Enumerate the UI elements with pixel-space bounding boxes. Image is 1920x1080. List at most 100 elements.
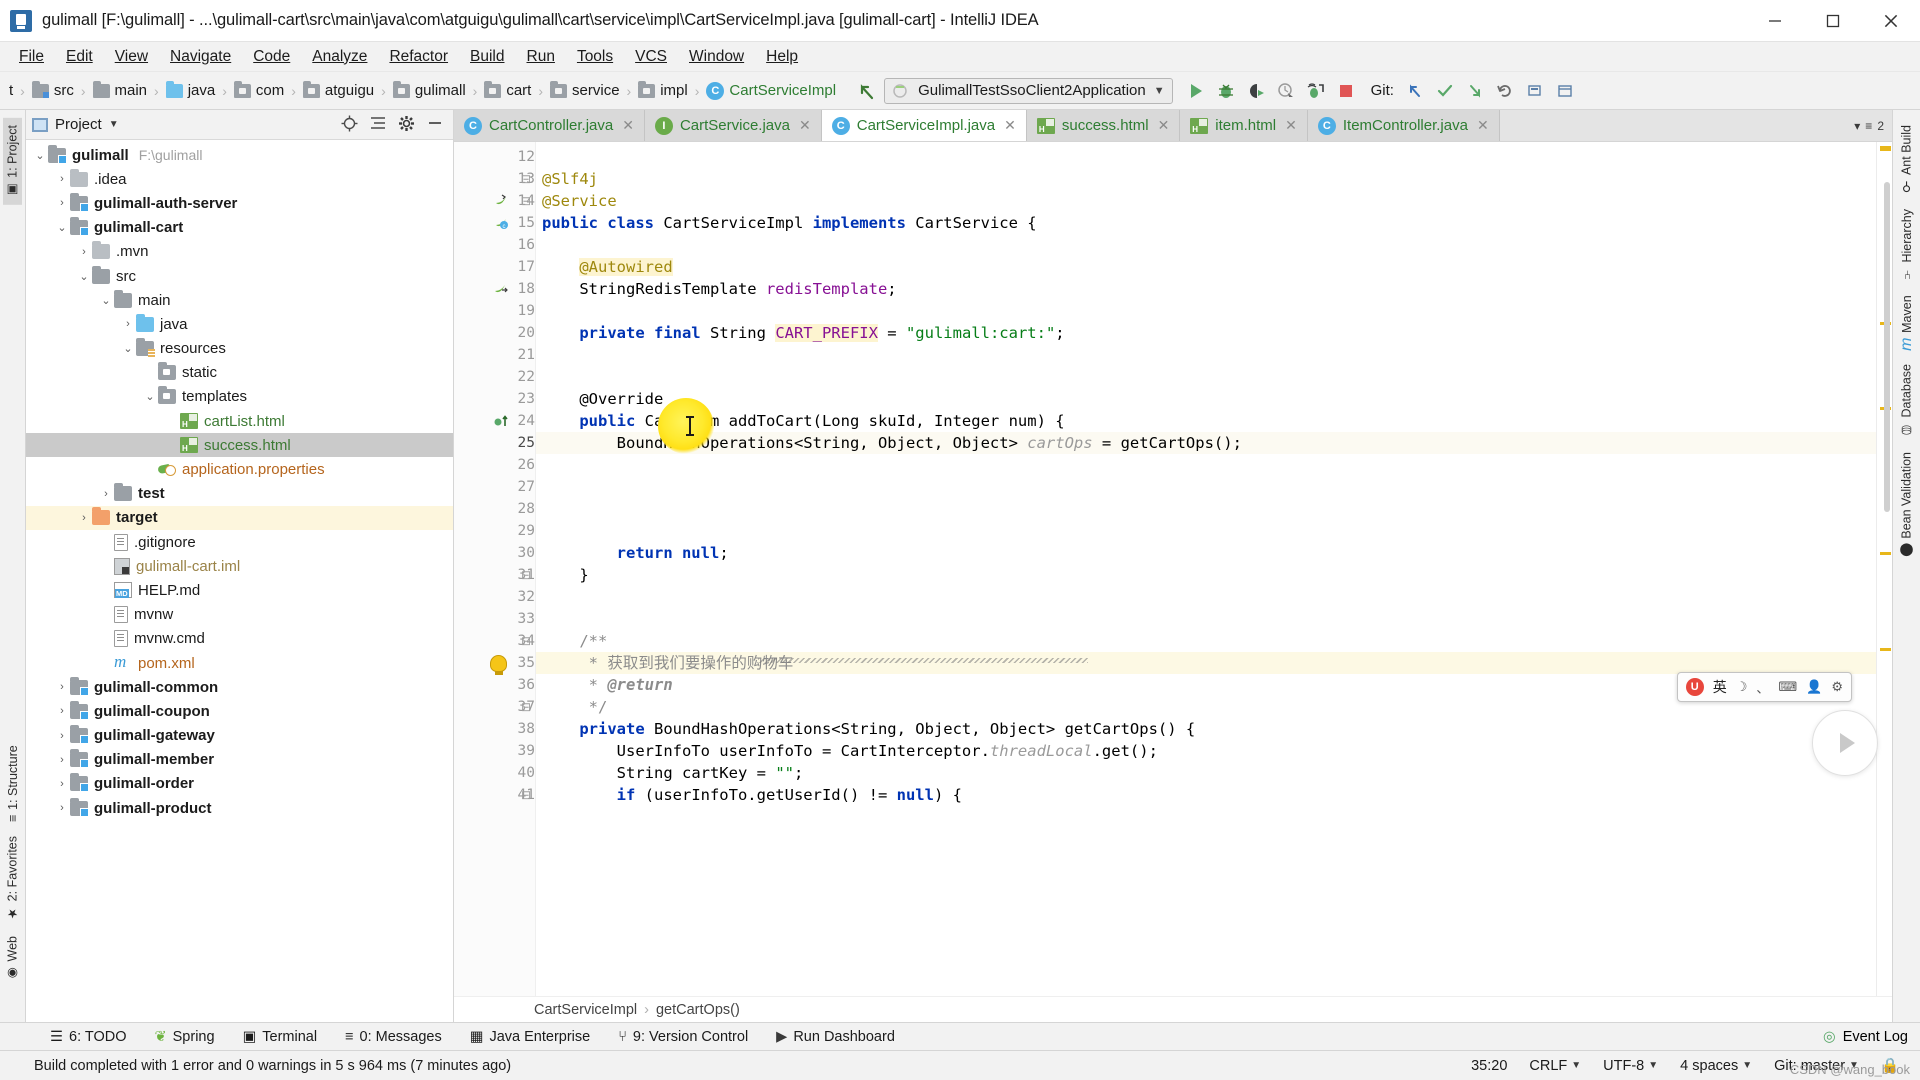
- menu-vcs[interactable]: VCS: [624, 45, 678, 69]
- tree-node[interactable]: › .idea: [26, 167, 453, 191]
- sidebar-item-web[interactable]: ◉ Web: [3, 929, 22, 988]
- breadcrumb-item-partial[interactable]: t: [2, 82, 15, 99]
- code-line[interactable]: String cartKey = "";: [536, 762, 1876, 784]
- code-line[interactable]: [536, 344, 1876, 366]
- code-line[interactable]: return null;: [536, 542, 1876, 564]
- sidebar-item-project[interactable]: ▣ 1: Project: [3, 118, 22, 205]
- attach-debugger-button[interactable]: [1301, 77, 1331, 105]
- menu-run[interactable]: Run: [516, 45, 566, 69]
- tree-node[interactable]: › gulimall-product: [26, 796, 453, 820]
- tree-node[interactable]: › test: [26, 482, 453, 506]
- sidebar-item-favorites[interactable]: ★ 2: Favorites: [3, 829, 22, 928]
- chevron-down-icon[interactable]: ⌄: [76, 270, 92, 283]
- code-line[interactable]: @Override: [536, 388, 1876, 410]
- chevron-down-icon[interactable]: ⌄: [142, 390, 158, 403]
- menu-edit[interactable]: Edit: [55, 45, 104, 69]
- tree-node[interactable]: › .mvn: [26, 240, 453, 264]
- sidebar-item-database[interactable]: ⛁ Database: [1897, 357, 1916, 445]
- tree-node[interactable]: › java: [26, 312, 453, 336]
- code-line[interactable]: [536, 520, 1876, 542]
- gutter-line[interactable]: 36: [454, 674, 535, 696]
- chevron-right-icon[interactable]: ›: [54, 705, 70, 717]
- code-editor[interactable]: 12 13 ⊟ 14 ⊟ 15 c 16 17 18 19 20 21 22 23 24 25 26 27 28 29 3…: [454, 142, 1892, 996]
- code-line[interactable]: @Service: [536, 190, 1876, 212]
- ime-keyboard-icon[interactable]: ⌨: [1778, 679, 1797, 695]
- gutter-line[interactable]: 18: [454, 278, 535, 300]
- code-line[interactable]: [536, 498, 1876, 520]
- fold-marker[interactable]: ⊟: [521, 194, 531, 208]
- chevron-right-icon[interactable]: ›: [54, 778, 70, 790]
- gutter-line[interactable]: 26: [454, 454, 535, 476]
- code-line[interactable]: */: [536, 696, 1876, 718]
- code-line[interactable]: private BoundHashOperations<String, Obje…: [536, 718, 1876, 740]
- tree-node[interactable]: ⌄ gulimall F:\gulimall: [26, 143, 453, 167]
- sidebar-item-ant-build[interactable]: ⚲ Ant Build: [1897, 118, 1916, 202]
- editor-gutter[interactable]: 12 13 ⊟ 14 ⊟ 15 c 16 17 18 19 20 21 22 23 24 25 26 27 28 29 3…: [454, 142, 536, 996]
- code-line[interactable]: [536, 586, 1876, 608]
- gutter-line[interactable]: 23: [454, 388, 535, 410]
- code-line[interactable]: [536, 146, 1876, 168]
- caret-position[interactable]: 35:20: [1460, 1058, 1518, 1074]
- gutter-line[interactable]: 28: [454, 498, 535, 520]
- tree-node[interactable]: ⌄ templates: [26, 385, 453, 409]
- menu-view[interactable]: View: [104, 45, 159, 69]
- code-line[interactable]: * @return: [536, 674, 1876, 696]
- menu-code[interactable]: Code: [242, 45, 301, 69]
- gutter-line[interactable]: 38: [454, 718, 535, 740]
- tree-node[interactable]: success.html: [26, 433, 453, 458]
- tool-window-spring[interactable]: ❦ Spring: [140, 1029, 228, 1045]
- stop-button[interactable]: [1331, 77, 1361, 105]
- breadcrumb-item-class[interactable]: C CartServiceImpl: [704, 81, 838, 100]
- gutter-line[interactable]: 15 c: [454, 212, 535, 234]
- chevron-down-icon[interactable]: ⌄: [32, 149, 48, 162]
- close-icon[interactable]: ✕: [1285, 117, 1297, 134]
- code-line[interactable]: @Autowired: [536, 256, 1876, 278]
- tree-node[interactable]: static: [26, 361, 453, 385]
- gutter-line[interactable]: 19: [454, 300, 535, 322]
- event-log-area[interactable]: ◎ Event Log: [1823, 1029, 1920, 1045]
- code-line[interactable]: @Slf4j: [536, 168, 1876, 190]
- code-line[interactable]: public CartItem addToCart(Long skuId, In…: [536, 410, 1876, 432]
- search-everywhere-button[interactable]: [1520, 77, 1550, 105]
- sidebar-item-maven[interactable]: m Maven: [1896, 288, 1918, 358]
- editor-tab[interactable]: I CartService.java ✕: [644, 110, 822, 141]
- fold-marker[interactable]: ⊟: [521, 788, 531, 802]
- code-line[interactable]: [536, 454, 1876, 476]
- ime-user-icon[interactable]: 👤: [1806, 679, 1822, 695]
- floating-action-button[interactable]: [1812, 710, 1878, 776]
- gutter-line[interactable]: 33: [454, 608, 535, 630]
- tree-node[interactable]: ⌄ resources: [26, 337, 453, 361]
- breadcrumb-item-src[interactable]: src: [30, 80, 76, 99]
- spring-bean-icon[interactable]: [493, 193, 509, 209]
- implements-icon[interactable]: c: [493, 215, 509, 231]
- chevron-right-icon[interactable]: ›: [120, 318, 136, 330]
- gutter-line[interactable]: 14 ⊟: [454, 190, 535, 212]
- gutter-line[interactable]: 21: [454, 344, 535, 366]
- collapse-all-button[interactable]: [370, 115, 386, 134]
- fold-marker[interactable]: ⊟: [521, 700, 531, 714]
- gutter-line[interactable]: 41 ⊟: [454, 784, 535, 806]
- fold-marker[interactable]: ⊟: [521, 172, 531, 186]
- sidebar-item-bean-validation[interactable]: ⬤ Bean Validation: [1897, 445, 1916, 566]
- gutter-line[interactable]: 20: [454, 322, 535, 344]
- gutter-line[interactable]: 35: [454, 652, 535, 675]
- tree-node[interactable]: › target: [26, 505, 453, 530]
- chevron-right-icon[interactable]: ›: [54, 197, 70, 209]
- chevron-right-icon[interactable]: ›: [54, 754, 70, 766]
- gutter-line[interactable]: 34 ⊟: [454, 630, 535, 652]
- override-icon[interactable]: [493, 413, 509, 429]
- tree-node[interactable]: › gulimall-coupon: [26, 699, 453, 723]
- editor-tab[interactable]: C CartServiceImpl.java ✕: [821, 110, 1027, 141]
- code-line[interactable]: [536, 234, 1876, 256]
- menu-window[interactable]: Window: [678, 45, 755, 69]
- run-button[interactable]: [1181, 77, 1211, 105]
- gutter-line[interactable]: 17: [454, 256, 535, 278]
- project-tree[interactable]: ⌄ gulimall F:\gulimall › .idea › gulimall-auth…: [26, 140, 453, 1022]
- chevron-right-icon[interactable]: ›: [54, 730, 70, 742]
- tool-window-run-dashboard[interactable]: ▶ Run Dashboard: [762, 1029, 909, 1045]
- menu-analyze[interactable]: Analyze: [301, 45, 378, 69]
- code-line[interactable]: BoundHashOperations<String, Object, Obje…: [536, 432, 1876, 454]
- tree-node[interactable]: gulimall-cart.iml: [26, 554, 453, 578]
- ime-moon-icon[interactable]: ☽: [1736, 679, 1748, 695]
- file-encoding[interactable]: UTF-8 ▼: [1592, 1058, 1669, 1074]
